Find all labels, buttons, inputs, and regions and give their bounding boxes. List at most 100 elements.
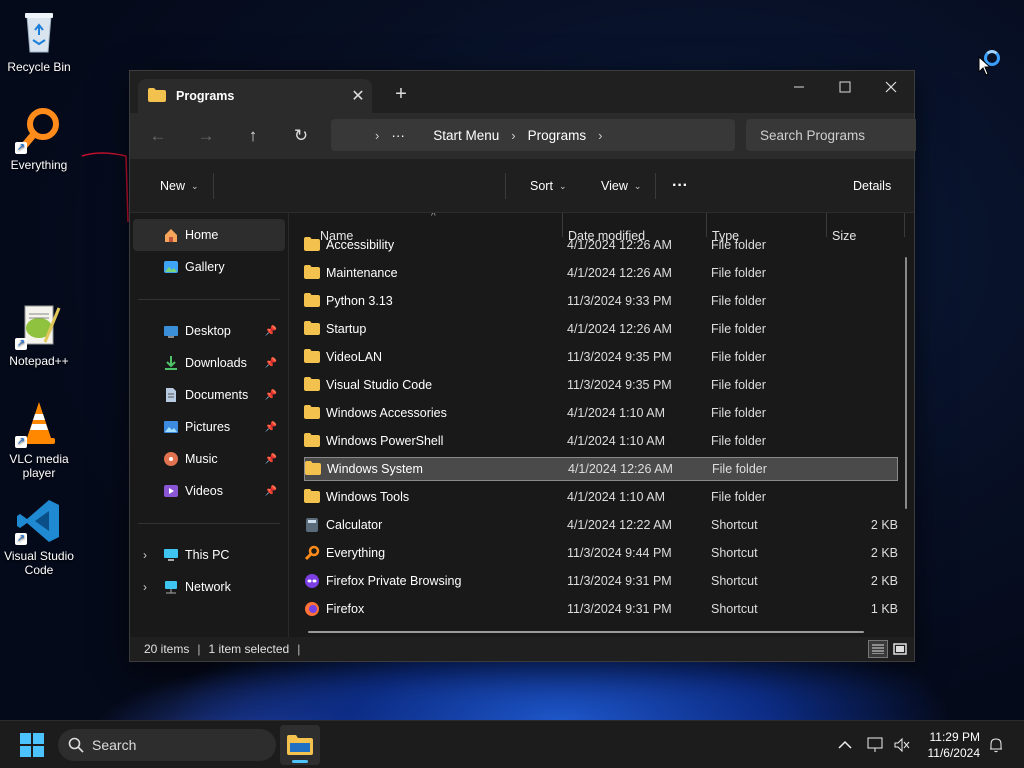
- breadcrumb-start-menu[interactable]: Start Menu: [433, 128, 499, 143]
- system-clock[interactable]: 11:29 PM 11/6/2024: [928, 729, 981, 761]
- file-row[interactable]: Accessibility 4/1/2024 12:26 AM File folde…: [304, 233, 898, 257]
- sidebar-item-gallery[interactable]: Gallery: [133, 251, 285, 283]
- search-input[interactable]: Search Programs: [746, 119, 916, 151]
- sidebar-item-music[interactable]: Music 📌: [133, 443, 285, 475]
- sort-button[interactable]: Sort ⌄: [530, 159, 566, 213]
- file-row[interactable]: Windows Tools 4/1/2024 1:10 AM File folder: [304, 485, 898, 509]
- file-row[interactable]: Python 3.13 11/3/2024 9:33 PM File folder: [304, 289, 898, 313]
- column-divider[interactable]: [904, 213, 905, 237]
- pin-icon[interactable]: 📌: [265, 486, 277, 497]
- pane-splitter[interactable]: [288, 213, 289, 637]
- desktop-icon-label: Visual Studio Code: [4, 549, 74, 577]
- file-row[interactable]: VideoLAN 11/3/2024 9:35 PM File folder: [304, 345, 898, 369]
- file-explorer-window: Programs ✕ + ← → ↑ ↻ › ··· › Start Menu …: [129, 70, 916, 662]
- address-bar[interactable]: › ··· › Start Menu › Programs ›: [331, 119, 735, 151]
- file-name: Python 3.13: [326, 294, 393, 308]
- pin-icon[interactable]: 📌: [265, 390, 277, 401]
- view-button[interactable]: View ⌄: [601, 159, 641, 213]
- file-row[interactable]: Firefox 11/3/2024 9:31 PM Shortcut 1 KB: [304, 597, 898, 621]
- pin-icon[interactable]: 📌: [265, 422, 277, 433]
- sidebar-item-documents[interactable]: Documents 📌: [133, 379, 285, 411]
- file-row[interactable]: Windows System 4/1/2024 12:26 AM File fold…: [304, 457, 898, 481]
- file-list: ^ Name Date modified Type Size Accessibi…: [290, 213, 914, 637]
- chevron-up-icon[interactable]: [835, 735, 855, 755]
- file-type: Shortcut: [711, 518, 758, 532]
- file-row[interactable]: Maintenance 4/1/2024 12:26 AM File folder: [304, 261, 898, 285]
- folder-icon: [304, 349, 320, 365]
- vertical-scrollbar[interactable]: [905, 257, 907, 509]
- file-row[interactable]: Startup 4/1/2024 12:26 AM File folder: [304, 317, 898, 341]
- chevron-right-icon[interactable]: ›: [511, 128, 515, 143]
- file-row[interactable]: Firefox Private Browsing 11/3/2024 9:31 P…: [304, 569, 898, 593]
- sidebar-item-label: Home: [185, 228, 219, 242]
- refresh-icon[interactable]: ↻: [287, 123, 315, 149]
- more-options-button[interactable]: ···: [672, 159, 688, 213]
- sidebar-item-this-pc[interactable]: › This PC: [133, 539, 285, 571]
- chevron-right-icon[interactable]: ›: [598, 128, 602, 143]
- folder-icon: [304, 377, 320, 393]
- file-date: 4/1/2024 12:22 AM: [567, 518, 672, 532]
- sidebar-item-desktop[interactable]: Desktop 📌: [133, 315, 285, 347]
- breadcrumb-more[interactable]: ···: [391, 128, 405, 143]
- file-name: Firefox Private Browsing: [326, 574, 462, 588]
- pin-icon[interactable]: 📌: [265, 326, 277, 337]
- close-tab-icon[interactable]: ✕: [344, 86, 372, 106]
- file-date: 11/3/2024 9:44 PM: [567, 546, 672, 560]
- minimize-button[interactable]: [776, 71, 822, 103]
- desktop-icon-everything[interactable]: ↗ Everything: [0, 106, 78, 172]
- notification-bell-icon[interactable]: [986, 735, 1006, 755]
- chevron-right-icon[interactable]: ›: [143, 548, 147, 562]
- desktop-icon-vlc[interactable]: ↗ VLC media player: [0, 400, 78, 480]
- documents-icon: [163, 387, 179, 403]
- sidebar-item-label: This PC: [185, 548, 230, 562]
- new-label: New: [160, 179, 186, 193]
- sidebar-item-videos[interactable]: Videos 📌: [133, 475, 285, 507]
- breadcrumb-programs[interactable]: Programs: [528, 128, 587, 143]
- tab-programs[interactable]: Programs ✕: [138, 79, 372, 113]
- pin-icon[interactable]: 📌: [265, 358, 277, 369]
- chevron-right-icon[interactable]: ›: [375, 128, 379, 143]
- file-explorer-taskbar-button[interactable]: [280, 725, 320, 765]
- file-row[interactable]: Calculator 4/1/2024 12:22 AM Shortcut 2 KB: [304, 513, 898, 537]
- new-button[interactable]: New ⌄: [160, 159, 199, 213]
- chevron-down-icon: ⌄: [558, 180, 567, 191]
- file-date: 4/1/2024 1:10 AM: [567, 406, 665, 420]
- status-separator: |: [297, 642, 301, 656]
- volume-muted-icon[interactable]: [892, 735, 912, 755]
- status-separator: |: [197, 642, 201, 656]
- details-view-icon[interactable]: [868, 640, 888, 658]
- details-button[interactable]: Details: [853, 159, 891, 213]
- taskbar-search[interactable]: Search: [58, 729, 276, 761]
- file-row[interactable]: Visual Studio Code 11/3/2024 9:35 PM File …: [304, 373, 898, 397]
- back-arrow-icon[interactable]: ←: [144, 123, 172, 149]
- tab-title: Programs: [176, 89, 235, 103]
- up-arrow-icon[interactable]: ↑: [239, 123, 267, 149]
- shortcut-arrow-icon: ↗: [15, 533, 27, 545]
- tiles-view-icon[interactable]: [890, 640, 910, 658]
- pin-icon[interactable]: 📌: [265, 454, 277, 465]
- network-monitor-icon[interactable]: [866, 735, 886, 755]
- file-row[interactable]: Windows PowerShell 4/1/2024 1:10 AM File f…: [304, 429, 898, 453]
- close-window-button[interactable]: [868, 71, 914, 103]
- desktop-icon-notepad-plus-plus[interactable]: ↗ Notepad++: [0, 302, 78, 368]
- new-tab-button[interactable]: +: [390, 83, 412, 106]
- sidebar-item-home[interactable]: Home: [133, 219, 285, 251]
- desktop-icon-vscode[interactable]: ↗ Visual Studio Code: [0, 497, 78, 577]
- sidebar-item-network[interactable]: › Network: [133, 571, 285, 603]
- firefox-icon: [304, 601, 320, 617]
- file-row[interactable]: Everything 11/3/2024 9:44 PM Shortcut 2 KB: [304, 541, 898, 565]
- horizontal-scrollbar[interactable]: [308, 631, 864, 633]
- videos-icon: [163, 483, 179, 499]
- sidebar-item-pictures[interactable]: Pictures 📌: [133, 411, 285, 443]
- music-icon: [163, 451, 179, 467]
- file-name: Maintenance: [326, 266, 398, 280]
- file-row[interactable]: Windows Accessories 4/1/2024 1:10 AM File …: [304, 401, 898, 425]
- windows-start-icon[interactable]: [20, 733, 44, 757]
- forward-arrow-icon[interactable]: →: [192, 123, 220, 149]
- sidebar-item-downloads[interactable]: Downloads 📌: [133, 347, 285, 379]
- desktop-icon-recycle-bin[interactable]: Recycle Bin: [0, 8, 78, 74]
- maximize-button[interactable]: [822, 71, 868, 103]
- chevron-right-icon[interactable]: ›: [143, 580, 147, 594]
- folder-icon: [304, 321, 320, 337]
- taskbar: Search 11:29 PM 11/6/2024: [0, 720, 1024, 768]
